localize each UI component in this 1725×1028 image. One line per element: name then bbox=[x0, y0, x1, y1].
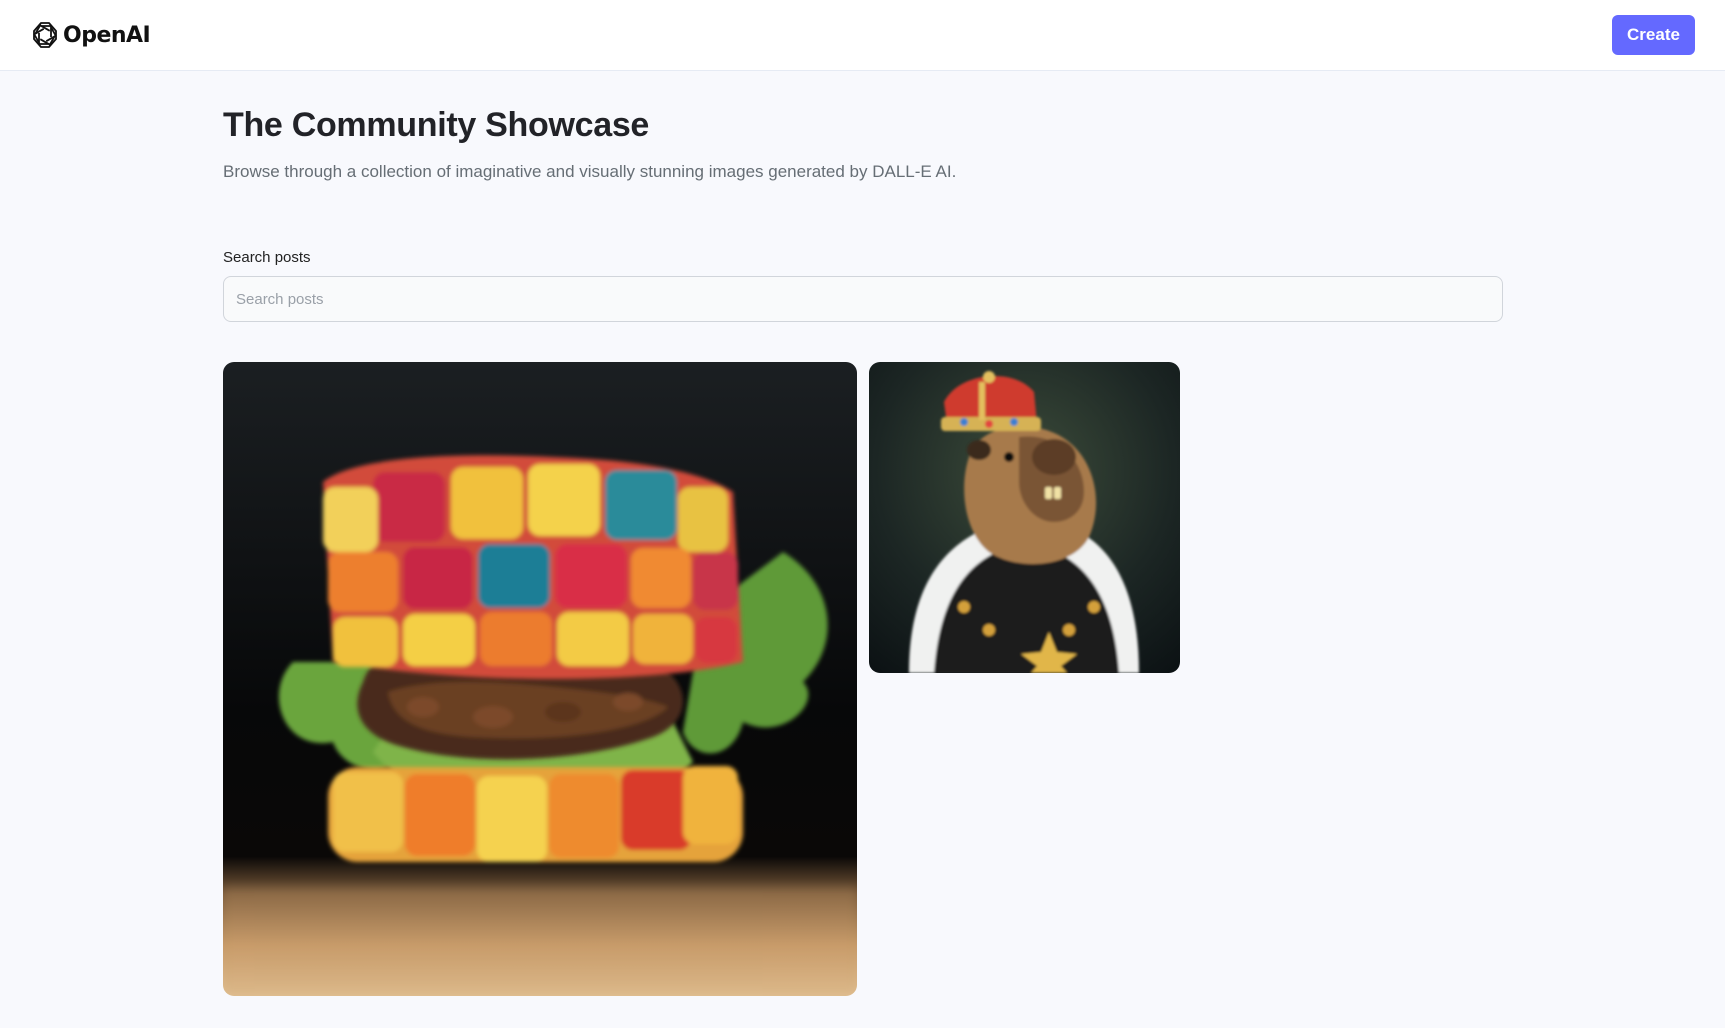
post-image-rubiks-burger bbox=[223, 362, 857, 996]
create-button[interactable]: Create bbox=[1612, 15, 1695, 55]
openai-logo[interactable]: OpenAI bbox=[30, 19, 151, 51]
post-card[interactable] bbox=[869, 362, 1180, 673]
post-image-capybara-king bbox=[869, 362, 1180, 673]
page-subtitle: Browse through a collection of imaginati… bbox=[223, 162, 957, 181]
top-bar: OpenAI Create bbox=[0, 0, 1725, 71]
openai-knot-icon bbox=[33, 22, 57, 48]
brand-name: OpenAI bbox=[63, 22, 151, 48]
search-input[interactable] bbox=[223, 276, 1503, 322]
post-card[interactable] bbox=[223, 362, 857, 996]
page-title: The Community Showcase bbox=[223, 106, 650, 144]
search-label: Search posts bbox=[223, 249, 311, 266]
